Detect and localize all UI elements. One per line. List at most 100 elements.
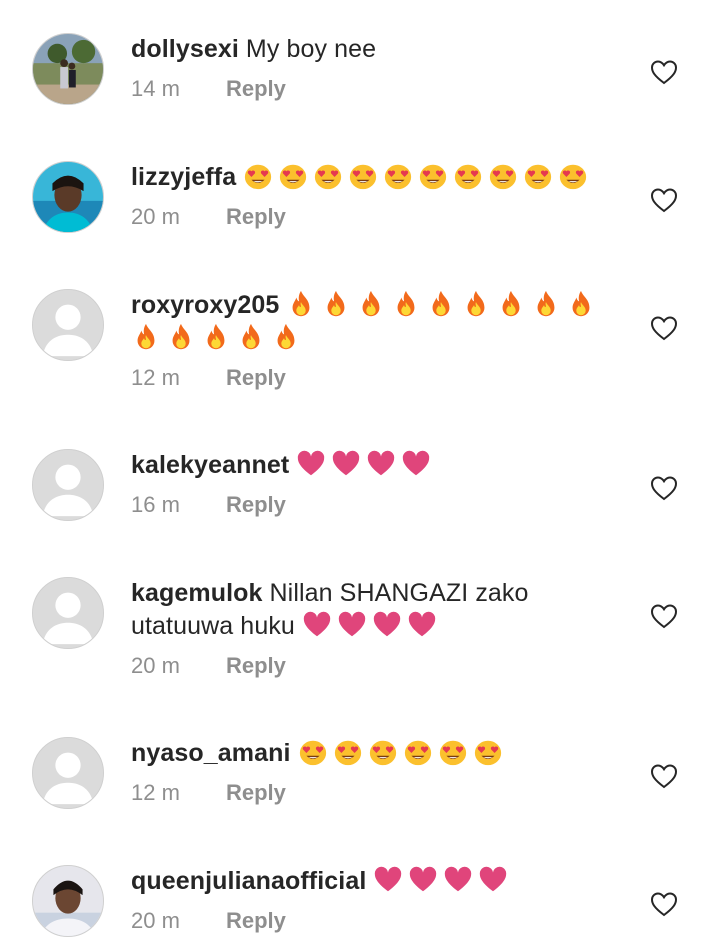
user-avatar[interactable]: [32, 449, 104, 521]
reply-button[interactable]: Reply: [226, 76, 286, 102]
comment-meta: 12 m Reply: [131, 780, 611, 806]
fire-emoji: [321, 289, 351, 319]
pink-heart-emoji: [443, 865, 473, 895]
fire-emoji: [426, 289, 456, 319]
comment-body: roxyroxy205 12 m Reply: [131, 289, 611, 391]
user-avatar[interactable]: [32, 289, 104, 361]
pink-heart-emoji: [373, 865, 403, 895]
comment-meta: 20 m Reply: [131, 204, 611, 230]
comment-username[interactable]: kagemulok: [131, 579, 263, 607]
comment-body: dollysexi My boy nee 14 m Reply: [131, 33, 611, 102]
heart-eyes-emoji: [243, 161, 273, 191]
comment-username[interactable]: queenjulianaofficial: [131, 867, 366, 895]
comment-meta: 20 m Reply: [131, 653, 611, 679]
comment-username[interactable]: kalekyeannet: [131, 451, 289, 479]
comment-timestamp: 16 m: [131, 492, 180, 517]
heart-eyes-emoji: [313, 161, 343, 191]
user-avatar[interactable]: [32, 577, 104, 649]
heart-eyes-emoji: [523, 161, 553, 191]
heart-eyes-emoji: [368, 737, 398, 767]
pink-heart-emoji: [478, 865, 508, 895]
heart-eyes-emoji: [558, 161, 588, 191]
reply-button[interactable]: Reply: [226, 908, 286, 934]
fire-emoji: [166, 322, 196, 352]
comment-username[interactable]: lizzyjeffa: [131, 163, 236, 191]
comment-username[interactable]: roxyroxy205: [131, 291, 279, 319]
comment-text-line-1: kagemulok Nillan SHANGAZI zako: [131, 577, 611, 610]
comment-username[interactable]: dollysexi: [131, 35, 239, 63]
fire-emoji: [496, 289, 526, 319]
heart-eyes-emoji: [438, 737, 468, 767]
pink-heart-emoji: [407, 610, 437, 640]
fire-emoji: [201, 322, 231, 352]
fire-emoji: [566, 289, 596, 319]
heart-outline-icon[interactable]: [650, 187, 678, 213]
fire-emoji: [271, 322, 301, 352]
comment-text: Nillan SHANGAZI zako: [269, 579, 529, 607]
user-avatar[interactable]: [32, 161, 104, 233]
heart-outline-icon[interactable]: [650, 891, 678, 917]
user-avatar[interactable]: [32, 33, 104, 105]
comment-timestamp: 20 m: [131, 653, 180, 678]
comment-body: kagemulok Nillan SHANGAZI zako utatuuwa hu…: [131, 577, 611, 679]
comment-meta: 20 m Reply: [131, 908, 611, 934]
comment-body: queenjulianaofficial 20 m Reply: [131, 865, 611, 934]
reply-button[interactable]: Reply: [226, 780, 286, 806]
pink-heart-emoji: [331, 449, 361, 479]
heart-outline-icon[interactable]: [650, 59, 678, 85]
comment-text-line-1: dollysexi My boy nee: [131, 33, 611, 66]
comment-timestamp: 14 m: [131, 76, 180, 101]
reply-button[interactable]: Reply: [226, 653, 286, 679]
heart-eyes-emoji: [383, 161, 413, 191]
heart-eyes-emoji: [473, 737, 503, 767]
comment-username[interactable]: nyaso_amani: [131, 739, 291, 767]
heart-eyes-emoji: [403, 737, 433, 767]
heart-outline-icon[interactable]: [650, 603, 678, 629]
comment-body: nyaso_amani 12 m Reply: [131, 737, 611, 806]
pink-heart-emoji: [366, 449, 396, 479]
reply-button[interactable]: Reply: [226, 492, 286, 518]
comment-text-line-1: nyaso_amani: [131, 737, 611, 770]
comment-meta: 12 m Reply: [131, 365, 611, 391]
pink-heart-emoji: [401, 449, 431, 479]
comment-meta: 16 m Reply: [131, 492, 611, 518]
fire-emoji: [391, 289, 421, 319]
comment-text-line-2: [131, 322, 611, 355]
heart-eyes-emoji: [333, 737, 363, 767]
comment-meta: 14 m Reply: [131, 76, 611, 102]
heart-eyes-emoji: [348, 161, 378, 191]
heart-eyes-emoji: [488, 161, 518, 191]
heart-outline-icon[interactable]: [650, 763, 678, 789]
fire-emoji: [356, 289, 386, 319]
comment-timestamp: 20 m: [131, 908, 180, 933]
pink-heart-emoji: [372, 610, 402, 640]
heart-eyes-emoji: [453, 161, 483, 191]
comment-body: lizzyjeffa 20 m Reply: [131, 161, 611, 230]
comment-timestamp: 12 m: [131, 365, 180, 390]
fire-emoji: [461, 289, 491, 319]
heart-outline-icon[interactable]: [650, 475, 678, 501]
user-avatar[interactable]: [32, 737, 104, 809]
reply-button[interactable]: Reply: [226, 204, 286, 230]
fire-emoji: [236, 322, 266, 352]
fire-emoji: [131, 322, 161, 352]
reply-button[interactable]: Reply: [226, 365, 286, 391]
pink-heart-emoji: [302, 610, 332, 640]
comment-text-line-1: lizzyjeffa: [131, 161, 611, 194]
heart-eyes-emoji: [418, 161, 448, 191]
user-avatar[interactable]: [32, 865, 104, 937]
pink-heart-emoji: [337, 610, 367, 640]
pink-heart-emoji: [408, 865, 438, 895]
heart-outline-icon[interactable]: [650, 315, 678, 341]
heart-eyes-emoji: [298, 737, 328, 767]
comment-text: My boy nee: [245, 35, 377, 63]
comment-text-line-1: kalekyeannet: [131, 449, 611, 482]
comment-timestamp: 12 m: [131, 780, 180, 805]
comment-text-line-1: roxyroxy205: [131, 289, 611, 322]
heart-eyes-emoji: [278, 161, 308, 191]
fire-emoji: [286, 289, 316, 319]
comment-text-line-1: queenjulianaofficial: [131, 865, 611, 898]
comment-text-line-2: utatuuwa huku: [131, 610, 611, 643]
pink-heart-emoji: [296, 449, 326, 479]
comment-body: kalekyeannet 16 m Reply: [131, 449, 611, 518]
